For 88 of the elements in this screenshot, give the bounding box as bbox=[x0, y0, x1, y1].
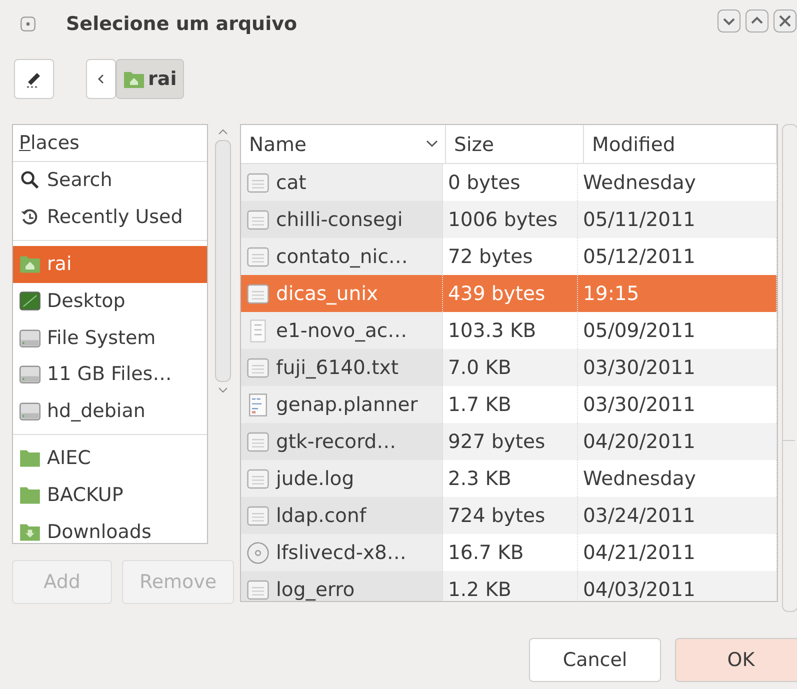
file-name: cat bbox=[276, 171, 306, 194]
text-file-icon bbox=[246, 430, 270, 454]
window-title: Selecione um arquivo bbox=[66, 13, 298, 35]
file-name: fuji_6140.txt bbox=[276, 356, 398, 379]
place-item[interactable]: BACKUP bbox=[13, 476, 207, 514]
file-modified: 04/20/2011 bbox=[583, 430, 696, 453]
file-row[interactable]: contato_nic… 72 bytes 05/12/2011 bbox=[241, 238, 777, 275]
file-size: 1.7 KB bbox=[448, 393, 512, 416]
place-item[interactable]: AIEC bbox=[13, 440, 207, 477]
file-row[interactable]: log_erro 1.2 KB 04/03/2011 bbox=[241, 571, 777, 601]
text-file-icon bbox=[246, 466, 270, 490]
file-row[interactable]: jude.log 2.3 KB Wednesday bbox=[241, 460, 777, 497]
chevron-up-icon bbox=[217, 128, 229, 136]
file-size: 1.2 KB bbox=[448, 578, 512, 601]
text-file-icon bbox=[246, 356, 270, 380]
close-icon[interactable] bbox=[773, 9, 797, 33]
file-name: contato_nic… bbox=[276, 245, 408, 268]
drive-icon bbox=[19, 363, 41, 386]
file-modified: 05/11/2011 bbox=[583, 208, 696, 231]
places-header: Places bbox=[13, 125, 207, 162]
file-name: lfslivecd-x8… bbox=[276, 541, 406, 564]
sort-chevron-icon bbox=[425, 139, 439, 149]
file-size: 103.3 KB bbox=[448, 319, 536, 342]
file-row[interactable]: cat 0 bytes Wednesday bbox=[241, 164, 777, 201]
text-file-icon bbox=[246, 244, 270, 268]
chevron-left-icon bbox=[96, 72, 106, 86]
file-name: jude.log bbox=[276, 467, 354, 490]
file-modified: 04/03/2011 bbox=[583, 578, 696, 601]
file-size: 72 bytes bbox=[448, 245, 533, 268]
dialog-button[interactable]: OK bbox=[675, 638, 797, 682]
file-size: 7.0 KB bbox=[448, 356, 512, 379]
place-item[interactable]: Search bbox=[13, 162, 207, 199]
file-name: ldap.conf bbox=[276, 504, 366, 527]
file-row[interactable]: chilli-consegi 1006 bytes 05/11/2011 bbox=[241, 201, 777, 238]
file-name: gtk-record… bbox=[276, 430, 396, 453]
home-folder-icon bbox=[123, 69, 145, 89]
place-item[interactable]: Downloads bbox=[13, 513, 207, 543]
file-name: genap.planner bbox=[276, 393, 418, 416]
file-modified: 03/24/2011 bbox=[583, 504, 696, 527]
file-size: 1006 bytes bbox=[448, 208, 558, 231]
file-modified: 19:15 bbox=[583, 282, 640, 305]
chart-document-icon bbox=[246, 392, 270, 416]
maximize-icon[interactable] bbox=[745, 9, 769, 33]
file-size: 16.7 KB bbox=[448, 541, 524, 564]
file-name: log_erro bbox=[276, 578, 355, 601]
place-item[interactable]: File System bbox=[13, 319, 207, 356]
text-file-icon bbox=[246, 170, 270, 194]
file-modified: Wednesday bbox=[583, 171, 696, 194]
text-file-icon bbox=[246, 504, 270, 528]
file-size: 2.3 KB bbox=[448, 467, 512, 490]
file-row[interactable]: lfslivecd-x8… 16.7 KB 04/21/2011 bbox=[241, 534, 777, 571]
dialog-button[interactable]: Cancel bbox=[529, 638, 661, 682]
desktop-icon bbox=[19, 290, 41, 312]
file-row[interactable]: e1-novo_ac… 103.3 KB 05/09/2011 bbox=[241, 312, 777, 349]
file-size: 927 bytes bbox=[448, 430, 546, 453]
file-size: 0 bytes bbox=[448, 171, 520, 194]
place-item[interactable]: 11 GB Files… bbox=[13, 356, 207, 393]
file-modified: 04/21/2011 bbox=[583, 541, 696, 564]
file-name: dicas_unix bbox=[276, 282, 378, 305]
column-header[interactable]: Name bbox=[241, 125, 446, 163]
scrollbar[interactable] bbox=[782, 124, 797, 612]
type-location-button[interactable] bbox=[14, 59, 54, 99]
column-header[interactable]: Size bbox=[446, 125, 584, 163]
file-modified: 05/09/2011 bbox=[583, 319, 696, 342]
place-item[interactable]: Recently Used bbox=[13, 198, 207, 236]
window-menu-icon[interactable] bbox=[20, 16, 36, 32]
disc-icon bbox=[246, 540, 270, 564]
file-modified: Wednesday bbox=[583, 467, 696, 490]
file-modified: 03/30/2011 bbox=[583, 356, 696, 379]
chevron-down-icon bbox=[217, 386, 229, 394]
file-size: 724 bytes bbox=[448, 504, 546, 527]
path-segment[interactable]: rai bbox=[116, 59, 184, 99]
minimize-icon[interactable] bbox=[717, 9, 741, 33]
search-icon bbox=[19, 169, 41, 192]
file-name: chilli-consegi bbox=[276, 208, 403, 231]
place-item[interactable]: hd_debian bbox=[13, 392, 207, 430]
file-row[interactable]: gtk-record… 927 bytes 04/20/2011 bbox=[241, 423, 777, 460]
file-modified: 05/12/2011 bbox=[583, 245, 696, 268]
file-name: e1-novo_ac… bbox=[276, 319, 408, 342]
file-size: 439 bytes bbox=[448, 282, 546, 305]
column-header[interactable]: Modified bbox=[584, 125, 777, 163]
place-item[interactable]: Desktop bbox=[13, 282, 207, 320]
file-row[interactable]: fuji_6140.txt 7.0 KB 03/30/2011 bbox=[241, 349, 777, 386]
text-file-icon bbox=[246, 282, 270, 306]
file-row[interactable]: ldap.conf 724 bytes 03/24/2011 bbox=[241, 497, 777, 534]
file-modified: 03/30/2011 bbox=[583, 393, 696, 416]
text-file-icon bbox=[246, 208, 270, 232]
file-row[interactable]: genap.planner 1.7 KB 03/30/2011 bbox=[241, 386, 777, 423]
